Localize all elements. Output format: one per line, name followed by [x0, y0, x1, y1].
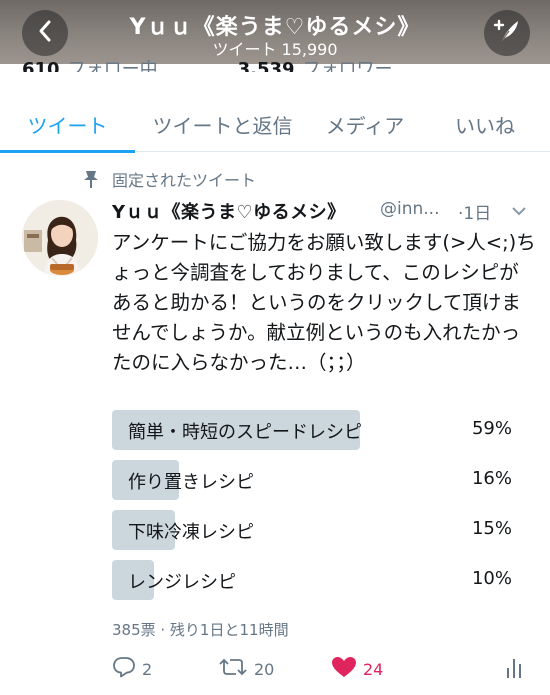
retweet-count: 20: [254, 659, 275, 679]
poll: 簡単・時短のスピードレシピ 59% 作り置きレシピ 16% 下味冷凍レシピ 15…: [112, 410, 532, 610]
poll-option: 作り置きレシピ 16%: [112, 460, 532, 500]
poll-option-label: 簡単・時短のスピードレシピ: [128, 422, 362, 443]
poll-option-label: 作り置きレシピ: [128, 472, 254, 493]
avatar[interactable]: [22, 200, 98, 276]
tweet-header: Yｕｕ《楽うま♡ゆるメシ》 @inn... ·1日: [112, 198, 532, 224]
profile-tabs: ツイート ツイートと返信 メディア いいね: [0, 96, 550, 153]
followers-count[interactable]: 3,539: [238, 60, 295, 72]
tab-tweets[interactable]: ツイート: [0, 96, 135, 153]
retweet-button[interactable]: 20: [218, 656, 274, 682]
compose-tweet-button[interactable]: [484, 10, 530, 56]
header-tweet-count: ツイート 15,990: [212, 40, 338, 59]
poll-option-percent: 10%: [471, 568, 512, 589]
followers-label[interactable]: フォロワー: [303, 60, 393, 72]
like-button[interactable]: 24: [331, 656, 383, 682]
tab-likes[interactable]: いいね: [420, 96, 550, 152]
poll-option-percent: 59%: [471, 418, 512, 439]
analytics-icon: [504, 656, 530, 684]
follow-stats: 610 フォロー中 3,539 フォロワー: [22, 60, 522, 72]
reply-button[interactable]: 2: [112, 656, 152, 682]
pinned-label: 固定されたツイート: [112, 171, 257, 190]
pinned-indicator: 固定されたツイート: [80, 167, 256, 191]
tweet-timestamp[interactable]: ·1日: [458, 199, 491, 224]
poll-option-label: レンジレシピ: [128, 572, 236, 593]
following-label[interactable]: フォロー中: [68, 60, 158, 72]
tab-tweets-and-replies[interactable]: ツイートと返信: [135, 96, 310, 152]
like-count: 24: [363, 659, 384, 679]
quill-plus-icon: [492, 16, 522, 50]
reply-count: 2: [142, 659, 153, 679]
poll-option: 下味冷凍レシピ 15%: [112, 510, 532, 550]
poll-option-percent: 15%: [471, 518, 512, 539]
author-name[interactable]: Yｕｕ《楽うま♡ゆるメシ》: [112, 202, 346, 223]
poll-option-percent: 16%: [471, 468, 512, 489]
tweet-text: アンケートにご協力をお願い致します(>人<;)ちょっと今調査をしておりまして、こ…: [112, 231, 536, 374]
poll-option: レンジレシピ 10%: [112, 560, 532, 600]
retweet-icon: [218, 656, 254, 682]
pin-icon: [80, 168, 102, 190]
following-count[interactable]: 610: [22, 60, 60, 72]
chevron-down-icon[interactable]: [510, 202, 528, 220]
reply-icon: [112, 656, 142, 682]
heart-icon: [331, 656, 363, 682]
tweet-actions: 2 20 24: [112, 656, 532, 684]
poll-option: 簡単・時短のスピードレシピ 59%: [112, 410, 532, 450]
analytics-button[interactable]: [504, 656, 530, 684]
profile-header: Yｕｕ《楽うま♡ゆるメシ》 ツイート 15,990: [0, 0, 550, 64]
tab-media[interactable]: メディア: [310, 96, 420, 152]
poll-option-label: 下味冷凍レシピ: [128, 522, 254, 543]
poll-meta: 385票 · 残り1日と11時間: [112, 621, 289, 639]
author-handle[interactable]: @inn...: [380, 199, 439, 219]
